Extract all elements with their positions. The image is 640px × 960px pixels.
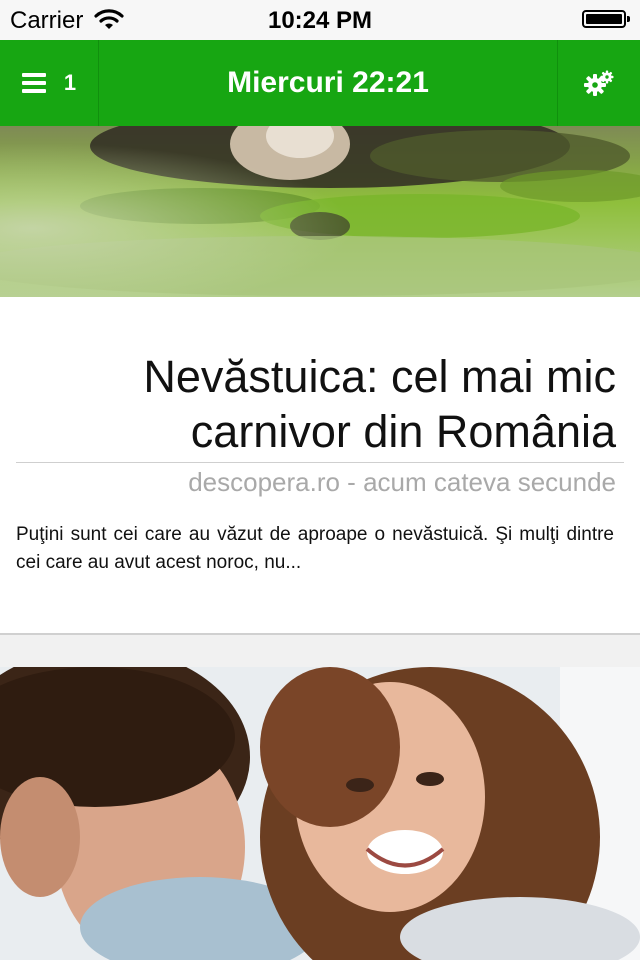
article-card[interactable]: Nevăstuica: cel mai mic carnivor din Rom…	[0, 297, 640, 633]
article-separator	[0, 633, 640, 667]
article-image[interactable]	[0, 126, 640, 297]
menu-button[interactable]: 1	[0, 40, 99, 126]
couple-photo	[0, 667, 640, 960]
hamburger-menu-icon	[21, 73, 46, 93]
nav-bar: 1 Miercuri 22:21	[0, 40, 640, 126]
settings-gears-icon	[584, 70, 614, 96]
menu-count-badge: 1	[63, 70, 77, 95]
article-excerpt: Puţini sunt cei care au văzut de aproape…	[16, 524, 614, 573]
article-headline[interactable]: Nevăstuica: cel mai mic carnivor din Rom…	[16, 349, 616, 459]
article-source-time: descopera.ro - acum cateva secunde	[188, 467, 616, 497]
weasel-photo	[0, 126, 640, 297]
headline-divider	[16, 462, 624, 463]
status-bar: Carrier 10:24 PM	[0, 0, 640, 40]
article-image[interactable]	[0, 667, 640, 960]
status-time: 10:24 PM	[267, 7, 373, 34]
battery-icon	[582, 10, 630, 28]
settings-button[interactable]	[557, 40, 640, 126]
page-title: Miercuri 22:21	[227, 66, 429, 99]
